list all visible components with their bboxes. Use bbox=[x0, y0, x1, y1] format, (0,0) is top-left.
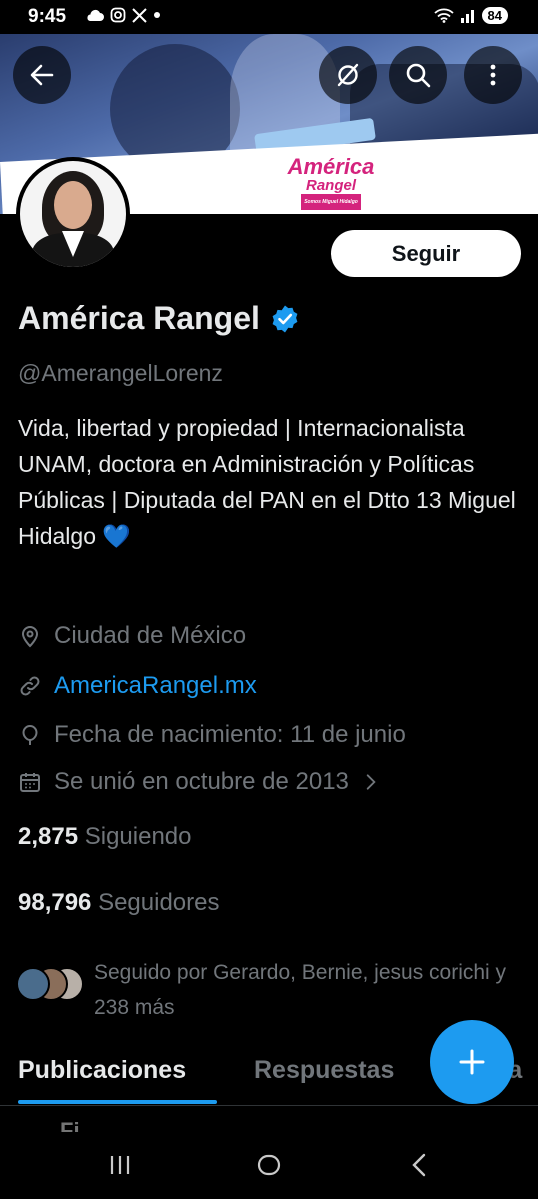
signal-icon bbox=[460, 9, 474, 23]
recent-apps-icon bbox=[110, 1156, 130, 1174]
wifi-icon bbox=[433, 8, 454, 23]
link-icon bbox=[20, 676, 40, 696]
status-system-icons: 84 bbox=[433, 7, 508, 24]
back-button[interactable] bbox=[13, 46, 71, 104]
following-count-link[interactable]: 2,875 Siguiendo bbox=[18, 823, 192, 851]
followed-by-row[interactable]: Seguido por Gerardo, Bernie, jesus coric… bbox=[16, 955, 524, 1025]
profile-handle: @AmerangelLorenz bbox=[18, 360, 223, 386]
location-pin-icon bbox=[21, 626, 39, 648]
active-tab-indicator bbox=[18, 1100, 217, 1104]
status-time: 9:45 bbox=[28, 6, 67, 27]
tab-publicaciones[interactable]: Publicaciones bbox=[18, 1056, 186, 1085]
followers-count-link[interactable]: 98,796 Seguidores bbox=[18, 889, 220, 917]
compose-button[interactable] bbox=[430, 1020, 514, 1104]
profile-bio: Vida, libertad y propiedad | Internacion… bbox=[18, 410, 523, 554]
follow-button[interactable]: Seguir bbox=[331, 230, 521, 277]
profile-location: Ciudad de México bbox=[18, 622, 246, 650]
mutual-follower-avatars bbox=[16, 967, 84, 1007]
x-logo-icon bbox=[132, 7, 147, 23]
recent-apps-button[interactable] bbox=[100, 1148, 140, 1182]
avatar[interactable] bbox=[16, 157, 130, 271]
instagram-icon bbox=[110, 7, 126, 23]
arrow-left-icon bbox=[30, 64, 54, 86]
mutual-avatar bbox=[16, 967, 50, 1001]
profile-name: América Rangel bbox=[18, 300, 260, 336]
calendar-icon bbox=[20, 773, 40, 792]
home-circle-icon bbox=[257, 1154, 281, 1176]
home-button[interactable] bbox=[249, 1148, 289, 1182]
chevron-left-icon bbox=[412, 1153, 426, 1177]
status-bar: 9:45 84 bbox=[0, 0, 538, 34]
balloon-icon bbox=[22, 724, 38, 745]
more-options-button[interactable] bbox=[464, 46, 522, 104]
more-vertical-icon bbox=[490, 64, 496, 86]
dot-icon bbox=[154, 12, 160, 18]
followed-by-text: Seguido por Gerardo, Bernie, jesus coric… bbox=[94, 961, 507, 1019]
grok-button[interactable] bbox=[319, 46, 377, 104]
following-count: 2,875 bbox=[18, 823, 79, 850]
search-icon bbox=[406, 63, 431, 88]
followers-count: 98,796 bbox=[18, 889, 92, 916]
android-nav-bar bbox=[0, 1132, 538, 1199]
system-back-button[interactable] bbox=[400, 1148, 440, 1182]
chevron-right-icon bbox=[366, 774, 376, 790]
followers-label: Seguidores bbox=[98, 889, 220, 916]
profile-joined[interactable]: Se unió en octubre de 2013 bbox=[18, 768, 381, 796]
status-notification-icons bbox=[86, 7, 161, 23]
cloud-icon bbox=[87, 9, 104, 21]
profile-website[interactable]: AmericaRangel.mx bbox=[18, 672, 257, 700]
banner-campaign-logo: América Rangel Somos Miguel Hidalgo bbox=[286, 156, 376, 211]
search-button[interactable] bbox=[389, 46, 447, 104]
profile-birthday: Fecha de nacimiento: 11 de junio bbox=[18, 721, 406, 749]
battery-level: 84 bbox=[481, 7, 508, 24]
tab-respuestas[interactable]: Respuestas bbox=[254, 1056, 394, 1085]
profile-name-row: América Rangel bbox=[18, 300, 300, 337]
plus-icon bbox=[459, 1049, 485, 1075]
website-link[interactable]: AmericaRangel.mx bbox=[54, 672, 257, 700]
grok-icon bbox=[337, 63, 359, 87]
blue-heart-emoji: 💙 bbox=[102, 523, 132, 549]
avatar-photo bbox=[20, 161, 126, 267]
following-label: Siguiendo bbox=[84, 823, 192, 850]
verified-badge-icon[interactable] bbox=[270, 304, 300, 334]
